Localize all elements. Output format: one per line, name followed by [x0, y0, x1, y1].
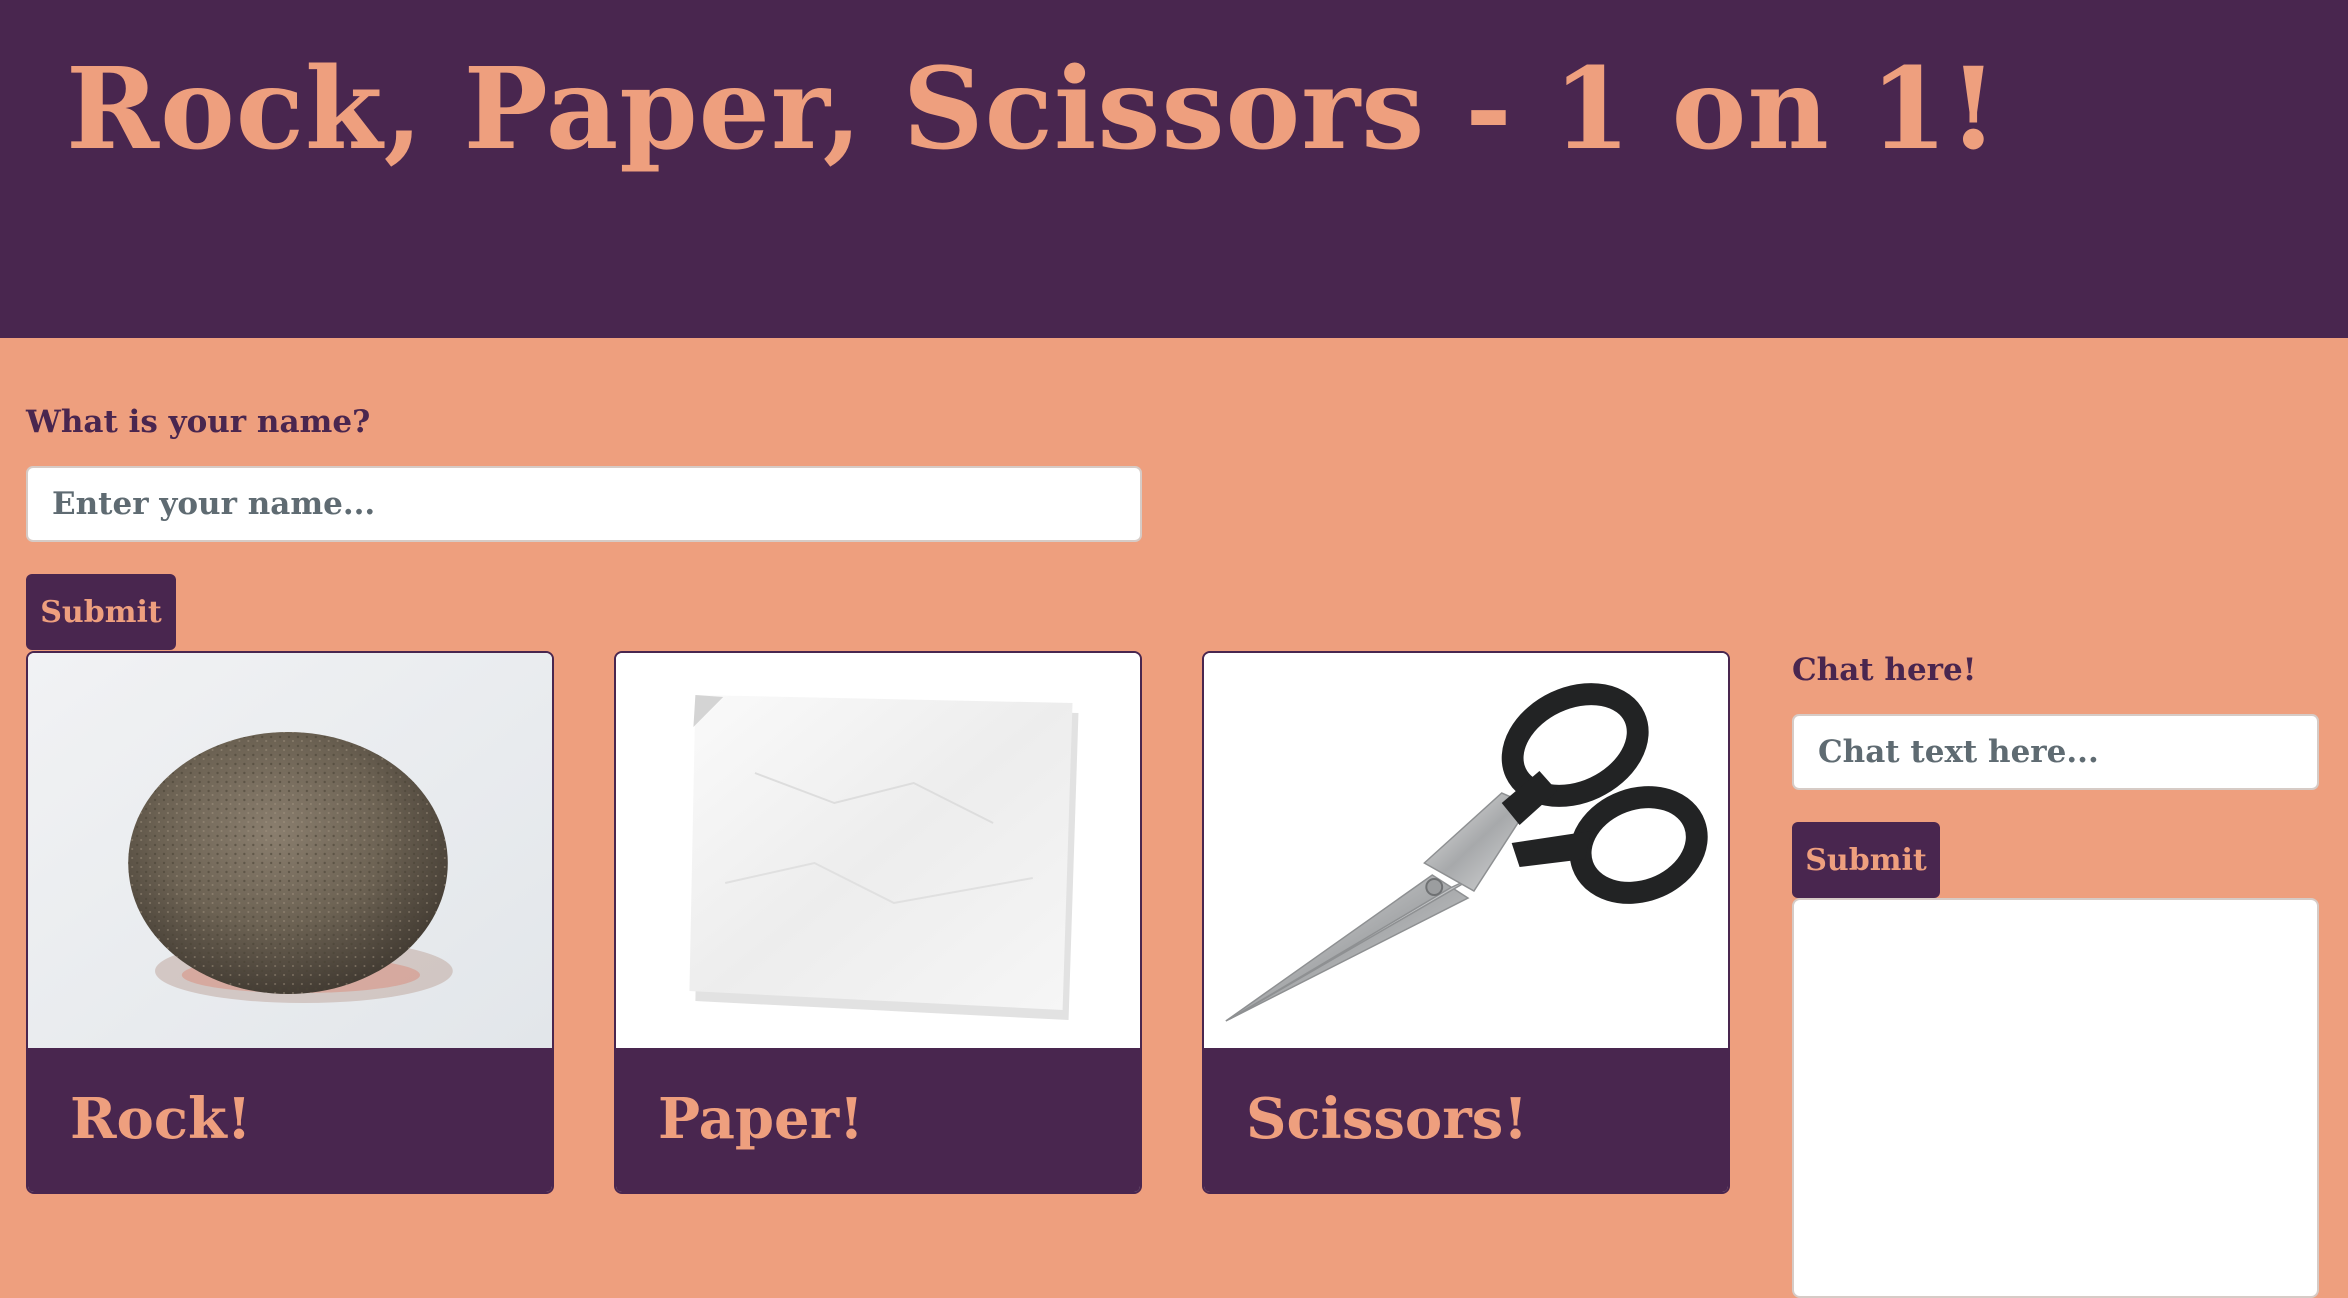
page-header: Rock, Paper, Scissors - 1 on 1!	[0, 0, 2348, 338]
name-input[interactable]	[26, 466, 1142, 542]
scissors-label: Scissors!	[1246, 1086, 1528, 1152]
rock-label: Rock!	[70, 1086, 252, 1152]
name-submit-button[interactable]: Submit	[26, 574, 176, 650]
paper-label: Paper!	[658, 1086, 864, 1152]
name-label: What is your name?	[26, 404, 371, 440]
chat-label: Chat here!	[1792, 652, 1977, 688]
paper-card[interactable]: Paper!	[614, 651, 1142, 1194]
chat-log[interactable]	[1792, 898, 2319, 1298]
rock-caption: Rock!	[28, 1048, 552, 1192]
page-title: Rock, Paper, Scissors - 1 on 1!	[66, 44, 1999, 175]
rock-card[interactable]: Rock!	[26, 651, 554, 1194]
scissors-card[interactable]: Scissors!	[1202, 651, 1730, 1194]
scissors-caption: Scissors!	[1204, 1048, 1728, 1192]
scissors-image	[1204, 653, 1728, 1048]
chat-input[interactable]	[1792, 714, 2319, 790]
paper-caption: Paper!	[616, 1048, 1140, 1192]
rock-image	[28, 653, 552, 1048]
paper-image	[616, 653, 1140, 1048]
chat-submit-button[interactable]: Submit	[1792, 822, 1940, 898]
